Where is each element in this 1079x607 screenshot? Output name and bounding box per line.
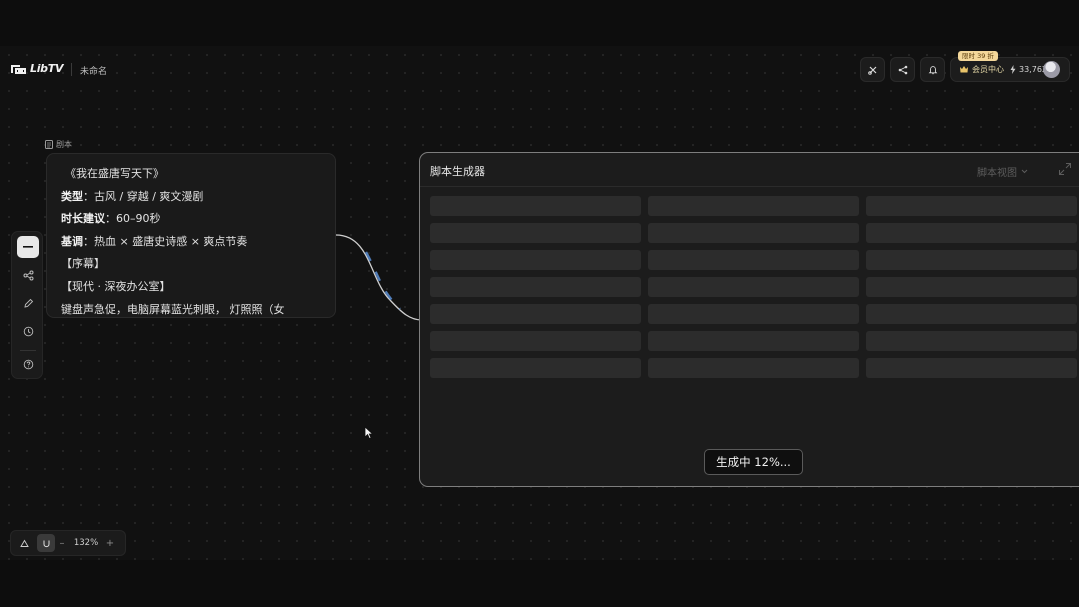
workflow-icon [23,270,33,280]
minus-icon [23,246,33,248]
skeleton-cell [866,223,1077,243]
lightning-icon [1010,65,1016,74]
bottom-band [0,560,1079,607]
skeleton-cell [430,358,641,378]
project-name[interactable]: 未命名 [80,64,107,77]
script-line: 键盘声急促，电脑屏幕蓝光刺眼， 灯照照（女 [61,299,335,317]
view-selector-label: 脚本视图 [977,168,1017,179]
skeleton-cell [430,250,641,270]
edit-button[interactable] [17,292,39,314]
script-line: 【现代 · 深夜办公室】 [61,276,335,299]
avatar[interactable] [1043,61,1060,78]
share-icon [898,65,907,74]
panel-divider [420,186,1079,187]
minimap-button[interactable] [15,534,33,552]
skeleton-cell [430,196,641,216]
generation-progress: 生成中 12%... [704,449,803,475]
script-line: 《我在盛唐写天下》 [61,163,335,186]
skeleton-cell [648,196,859,216]
app-logo[interactable]: LibTV [10,62,63,75]
chevron-down-icon [1021,169,1028,174]
bell-icon [928,65,937,74]
script-line-text: 【序幕】 [61,257,105,271]
skeleton-cell [648,277,859,297]
skeleton-cell [430,277,641,297]
share-button[interactable] [890,57,915,82]
skeleton-cell [648,331,859,351]
workflow-button[interactable] [17,264,39,286]
skeleton-cell [648,304,859,324]
skeleton-cell [866,304,1077,324]
generator-title: 脚本生成器 [430,165,485,178]
magnet-icon [43,540,49,547]
logo-icon [11,64,26,74]
member-center-label: 会员中心 [972,65,1004,74]
history-icon [23,326,33,336]
skeleton-cell [430,304,641,324]
help-icon [23,359,33,369]
script-line: 基调：热血 × 盛唐史诗感 × 爽点节奏 [61,231,335,254]
skeleton-cell [866,277,1077,297]
zoom-bar: – 132% + [10,530,126,556]
minus-button[interactable] [17,236,39,258]
skeleton-cell [866,196,1077,216]
skeleton-cell [430,331,641,351]
history-button[interactable] [17,320,39,342]
map-icon [19,539,29,547]
document-icon [45,140,53,149]
top-band [0,0,1079,46]
script-generator-panel[interactable]: 脚本生成器 脚本视图 生成中 12%... [419,152,1079,487]
edit-icon [23,298,33,308]
skeleton-cell [866,358,1077,378]
promo-badge[interactable]: 限时 39 折 [958,51,998,61]
zoom-in-button[interactable]: + [103,538,117,549]
script-line-key: 基调 [61,234,83,248]
script-line: 类型：古风 / 穿越 / 爽文漫剧 [61,186,335,209]
cut-icon [867,66,876,75]
header-divider [71,63,72,76]
script-line-text: ：60–90秒 [105,212,161,226]
script-line-text: ：热血 × 盛唐史诗感 × 爽点节奏 [83,234,248,248]
script-line-text: 【现代 · 深夜办公室】 [61,279,171,293]
logo-text: LibTV [30,62,64,75]
zoom-level[interactable]: 132% [69,538,103,548]
crown-icon [960,66,968,73]
mouse-cursor-icon [364,426,374,440]
notification-button[interactable] [920,57,945,82]
toolbar-divider [20,350,36,351]
script-line: 【序幕】 [61,253,335,276]
script-node-label: 剧本 [45,139,72,150]
script-node[interactable]: 《我在盛唐写天下》 类型：古风 / 穿越 / 爽文漫剧 时长建议：60–90秒 … [46,153,336,318]
cut-button[interactable] [860,57,885,82]
script-line-text: 键盘声急促，电脑屏幕蓝光刺眼， 灯照照（女 [61,302,285,316]
script-line-key: 时长建议 [61,212,105,226]
script-line: 时长建议：60–90秒 [61,208,335,231]
expand-icon[interactable] [1058,162,1072,176]
skeleton-cell [648,358,859,378]
script-line-text: 《我在盛唐写天下》 [65,167,164,180]
script-line-key: 类型 [61,189,83,203]
node-connector [335,234,423,321]
skeleton-cell [648,223,859,243]
skeleton-cell [866,331,1077,351]
help-button[interactable] [17,353,39,375]
left-toolbar [11,231,43,379]
zoom-out-button[interactable]: – [55,538,69,549]
view-selector[interactable]: 脚本视图 [977,164,1028,179]
skeleton-cell [866,250,1077,270]
script-node-title: 剧本 [56,140,72,149]
skeleton-cell [430,223,641,243]
skeleton-cell [648,250,859,270]
magnet-button[interactable] [37,534,55,552]
script-line-text: ：古风 / 穿越 / 爽文漫剧 [83,189,204,203]
